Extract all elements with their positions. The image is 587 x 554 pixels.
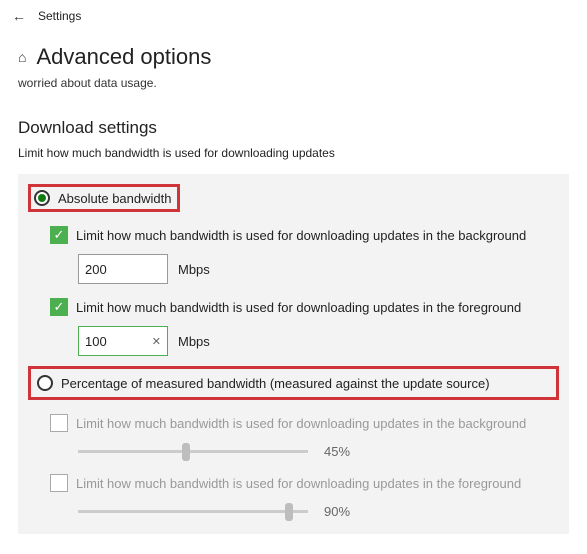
intro-text: worried about data usage. [18,76,569,90]
checkbox-pct-background-label: Limit how much bandwidth is used for dow… [76,416,526,431]
download-section-desc: Limit how much bandwidth is used for dow… [18,146,569,160]
slider-thumb-bg[interactable] [182,443,190,461]
slider-pct-foreground[interactable] [78,502,308,520]
download-options-panel: Absolute bandwidth ✓ Limit how much band… [18,174,569,534]
radio-absolute-label: Absolute bandwidth [58,191,171,206]
percentage-highlight: Percentage of measured bandwidth (measur… [28,366,559,400]
checkbox-abs-foreground-label: Limit how much bandwidth is used for dow… [76,300,521,315]
checkbox-abs-background[interactable]: ✓ [50,226,68,244]
radio-absolute[interactable] [34,190,50,206]
unit-abs-background: Mbps [178,262,210,277]
unit-abs-foreground: Mbps [178,334,210,349]
absolute-highlight: Absolute bandwidth [28,184,180,212]
checkbox-abs-foreground[interactable]: ✓ [50,298,68,316]
input-abs-foreground[interactable]: 100 ✕ [78,326,168,356]
home-icon[interactable]: ⌂ [18,49,26,65]
input-abs-background[interactable]: 200 [78,254,168,284]
window-title: Settings [38,9,81,23]
checkbox-abs-background-label: Limit how much bandwidth is used for dow… [76,228,526,243]
radio-percentage-label: Percentage of measured bandwidth (measur… [61,376,490,391]
download-section-title: Download settings [18,118,569,138]
input-abs-background-value: 200 [85,262,107,277]
clear-icon[interactable]: ✕ [152,335,161,348]
checkbox-pct-foreground-label: Limit how much bandwidth is used for dow… [76,476,521,491]
page-title: Advanced options [36,44,211,70]
slider-pct-foreground-value: 90% [324,504,364,519]
slider-thumb-fg[interactable] [285,503,293,521]
slider-pct-background-value: 45% [324,444,364,459]
back-icon[interactable]: ← [12,8,26,24]
radio-percentage[interactable] [37,375,53,391]
checkbox-pct-foreground[interactable] [50,474,68,492]
input-abs-foreground-value: 100 [85,334,107,349]
checkbox-pct-background[interactable] [50,414,68,432]
slider-pct-background[interactable] [78,442,308,460]
